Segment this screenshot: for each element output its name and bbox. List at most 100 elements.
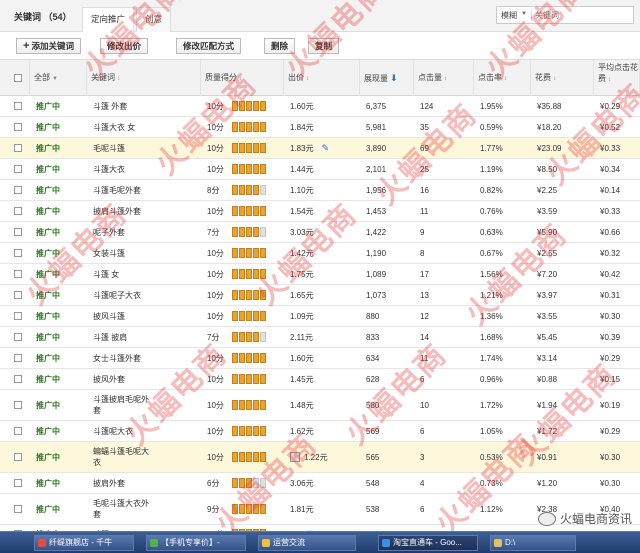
col-cpc[interactable]: 平均点击花费 ↕ <box>594 60 640 96</box>
row-checkbox[interactable] <box>14 354 22 362</box>
bid-value[interactable]: 1.81元 <box>290 494 314 524</box>
keyword-text[interactable]: 斗篷披肩毛呢外套 <box>93 390 153 420</box>
bid-value[interactable]: 1.09元 <box>290 306 314 326</box>
keyword-text[interactable]: 斗篷大衣 女 <box>93 117 153 137</box>
copy-button[interactable]: 复制 <box>308 38 340 54</box>
table-row[interactable]: 推广中 女士斗篷外套 10分 1.60元 634 11 1.74% ¥3.14 ¥0.29 <box>0 348 640 369</box>
row-checkbox[interactable] <box>14 291 22 299</box>
col-clicks[interactable]: 点击量 ↕ <box>414 60 474 96</box>
row-checkbox[interactable] <box>14 186 22 194</box>
edit-match-button[interactable]: 修改匹配方式 <box>176 38 242 54</box>
table-row[interactable]: 推广中 斗篷大衣 女 10分 1.84元 5,981 35 0.59% ¥18.20 ¥0.52 <box>0 117 640 138</box>
keyword-text[interactable]: 斗篷呢大衣 <box>93 421 153 441</box>
bid-value[interactable]: 3.03元 <box>290 222 314 242</box>
table-row[interactable]: 推广中 斗篷呢子大衣 10分 1.65元 1,073 13 1.21% ¥3.97 ¥0.31 <box>0 285 640 306</box>
keyword-text[interactable]: 女装斗篷 <box>93 243 153 263</box>
bid-value[interactable]: 3.06元 <box>290 473 314 493</box>
bid-value[interactable]: 1.10元 <box>290 180 314 200</box>
table-row[interactable]: 推广中 披肩斗篷外套 10分 1.54元 1,453 11 0.76% ¥3.59 ¥0.33 <box>0 201 640 222</box>
taskbar-item-taobao-ztc[interactable]: 淘宝直通车 - Goo... <box>378 535 478 551</box>
bid-value[interactable]: 1.60元 <box>290 96 314 116</box>
pencil-icon[interactable]: ✎ <box>322 143 330 154</box>
table-row[interactable]: 推广中 呢子外套 7分 3.03元 1,422 9 0.63% ¥5.90 ¥0.66 <box>0 222 640 243</box>
keyword-text[interactable]: 披肩斗篷外套 <box>93 201 153 221</box>
keyword-text[interactable]: 斗篷 外套 <box>93 96 153 116</box>
taskbar-item-folder[interactable]: D:\ <box>490 535 576 551</box>
bid-value[interactable]: 1.54元 <box>290 201 314 221</box>
taskbar-item-ops-chat[interactable]: 运营交流 <box>258 535 356 551</box>
row-checkbox[interactable] <box>14 505 22 513</box>
table-row[interactable]: 推广中 斗篷呢大衣 10分 1.62元 569 6 1.05% ¥1.72 ¥0.29 <box>0 421 640 442</box>
edit-bid-button[interactable]: 修改出价 <box>100 38 149 54</box>
row-checkbox[interactable] <box>14 165 22 173</box>
chevron-down-icon[interactable]: ▼ <box>521 11 527 17</box>
row-checkbox[interactable] <box>14 375 22 383</box>
row-checkbox[interactable] <box>14 228 22 236</box>
row-checkbox[interactable] <box>14 453 22 461</box>
bid-value[interactable]: 1.65元 <box>290 285 314 305</box>
keyword-text[interactable]: 斗篷毛呢外套 <box>93 180 153 200</box>
tab-creative[interactable]: 创意 <box>136 7 172 32</box>
taskbar-item-qianniu[interactable]: 纤缇旗舰店 - 千牛 <box>34 535 134 551</box>
bid-value[interactable]: 1.75元 <box>290 264 314 284</box>
search-input[interactable] <box>531 9 629 21</box>
taskbar-item-mobile-price[interactable]: 【手机专享价】- <box>146 535 246 551</box>
bid-value[interactable]: 2.11元 <box>290 327 313 347</box>
keyword-text[interactable]: 披风斗篷 <box>93 306 153 326</box>
table-row[interactable]: 推广中 毛呢斗篷◎❐🗑 10分 1.83元✎ 3,890 69 1.77% ¥23.09 ¥0.… <box>0 138 640 159</box>
row-checkbox[interactable] <box>14 270 22 278</box>
bid-value[interactable]: 1.84元 <box>290 117 314 137</box>
col-ctr[interactable]: 点击率 ↕ <box>474 60 531 96</box>
keyword-text[interactable]: 呢子外套 <box>93 222 153 242</box>
keyword-text[interactable]: 斗篷 女 <box>93 264 153 284</box>
bid-value[interactable]: 1.42元 <box>290 243 314 263</box>
tab-targeted-promotion[interactable]: 定向推广 <box>82 7 135 33</box>
col-cost[interactable]: 花费 ↕ <box>531 60 594 96</box>
keyword-text[interactable]: 毛呢斗篷◎❐🗑 <box>93 138 153 158</box>
table-row[interactable]: 推广中 蝙蝠斗篷毛呢大衣 10分 1.22元 565 3 0.53% ¥0.91 ¥0.30 <box>0 442 640 473</box>
table-row[interactable]: 推广中 斗篷毛呢外套 8分 1.10元 1,956 16 0.82% ¥2.25 ¥0.14 <box>0 180 640 201</box>
table-row[interactable]: 推广中 披风外套 10分 1.45元 628 6 0.96% ¥0.88 ¥0.15 <box>0 369 640 390</box>
bid-value[interactable]: 1.22元 <box>290 442 328 472</box>
keyword-text[interactable]: 斗篷大衣 <box>93 159 153 179</box>
row-checkbox[interactable] <box>14 333 22 341</box>
row-checkbox[interactable] <box>14 427 22 435</box>
row-checkbox[interactable] <box>14 207 22 215</box>
row-checkbox[interactable] <box>14 102 22 110</box>
table-row[interactable]: 推广中 斗篷大衣 10分 1.44元 2,101 25 1.19% ¥8.50 ¥0.34 <box>0 159 640 180</box>
table-row[interactable]: 推广中 披风斗篷 10分 1.09元 880 12 1.36% ¥3.55 ¥0.30 <box>0 306 640 327</box>
keyword-text[interactable]: 披肩外套 <box>93 473 153 493</box>
delete-button[interactable]: 删除 <box>264 38 296 54</box>
bid-value[interactable]: 1.83元 ✎ <box>290 138 329 158</box>
col-all[interactable]: 全部 ▼ <box>30 60 87 96</box>
keyword-text[interactable]: 披风外套 <box>93 369 153 389</box>
table-row[interactable]: 推广中 女装斗篷 10分 1.42元 1,190 8 0.67% ¥2.55 ¥0.32 <box>0 243 640 264</box>
table-row[interactable]: 推广中 斗篷披肩毛呢外套 10分 1.48元 580 10 1.72% ¥1.94 ¥0.19 <box>0 390 640 421</box>
table-row[interactable]: 推广中 斗篷 女 10分 1.75元 1,089 17 1.56% ¥7.20 ¥0.42 <box>0 264 640 285</box>
col-quality[interactable]: 质量得分 ↕ <box>201 60 284 96</box>
bid-value[interactable]: 1.48元 <box>290 390 314 420</box>
add-keyword-button[interactable]: + 添加关键词 <box>16 38 81 54</box>
keyword-text[interactable]: 斗篷 披肩 <box>93 327 153 347</box>
row-checkbox[interactable] <box>14 401 22 409</box>
table-row[interactable]: 推广中 披肩外套 6分 3.06元 548 4 0.73% ¥1.20 ¥0.30 <box>0 473 640 494</box>
row-checkbox[interactable] <box>14 312 22 320</box>
row-checkbox[interactable] <box>14 144 22 152</box>
keyword-text[interactable]: 毛呢斗篷大衣外套 <box>93 494 153 524</box>
keyword-text[interactable]: 蝙蝠斗篷毛呢大衣 <box>93 442 153 472</box>
keyword-text[interactable]: 女士斗篷外套 <box>93 348 153 368</box>
table-row[interactable]: 推广中 斗篷 外套 10分 1.60元 6,375 124 1.95% ¥35.88 ¥0.29 <box>0 96 640 117</box>
bid-value[interactable]: 1.60元 <box>290 348 314 368</box>
row-checkbox[interactable] <box>14 479 22 487</box>
bid-value[interactable]: 1.44元 <box>290 159 314 179</box>
row-checkbox[interactable] <box>14 249 22 257</box>
row-checkbox[interactable] <box>14 123 22 131</box>
col-keyword[interactable]: 关键词 ↕ <box>87 60 201 96</box>
bid-value[interactable]: 1.45元 <box>290 369 314 389</box>
keyword-text[interactable]: 斗篷呢子大衣 <box>93 285 153 305</box>
match-mode-select[interactable]: 模糊 <box>501 10 517 21</box>
select-all-checkbox[interactable] <box>14 74 22 82</box>
bid-value[interactable]: 1.62元 <box>290 421 314 441</box>
table-row[interactable]: 推广中 斗篷 披肩 7分 2.11元 833 14 1.68% ¥5.45 ¥0.39 <box>0 327 640 348</box>
col-bid[interactable]: 出价 ↕ <box>284 60 360 96</box>
